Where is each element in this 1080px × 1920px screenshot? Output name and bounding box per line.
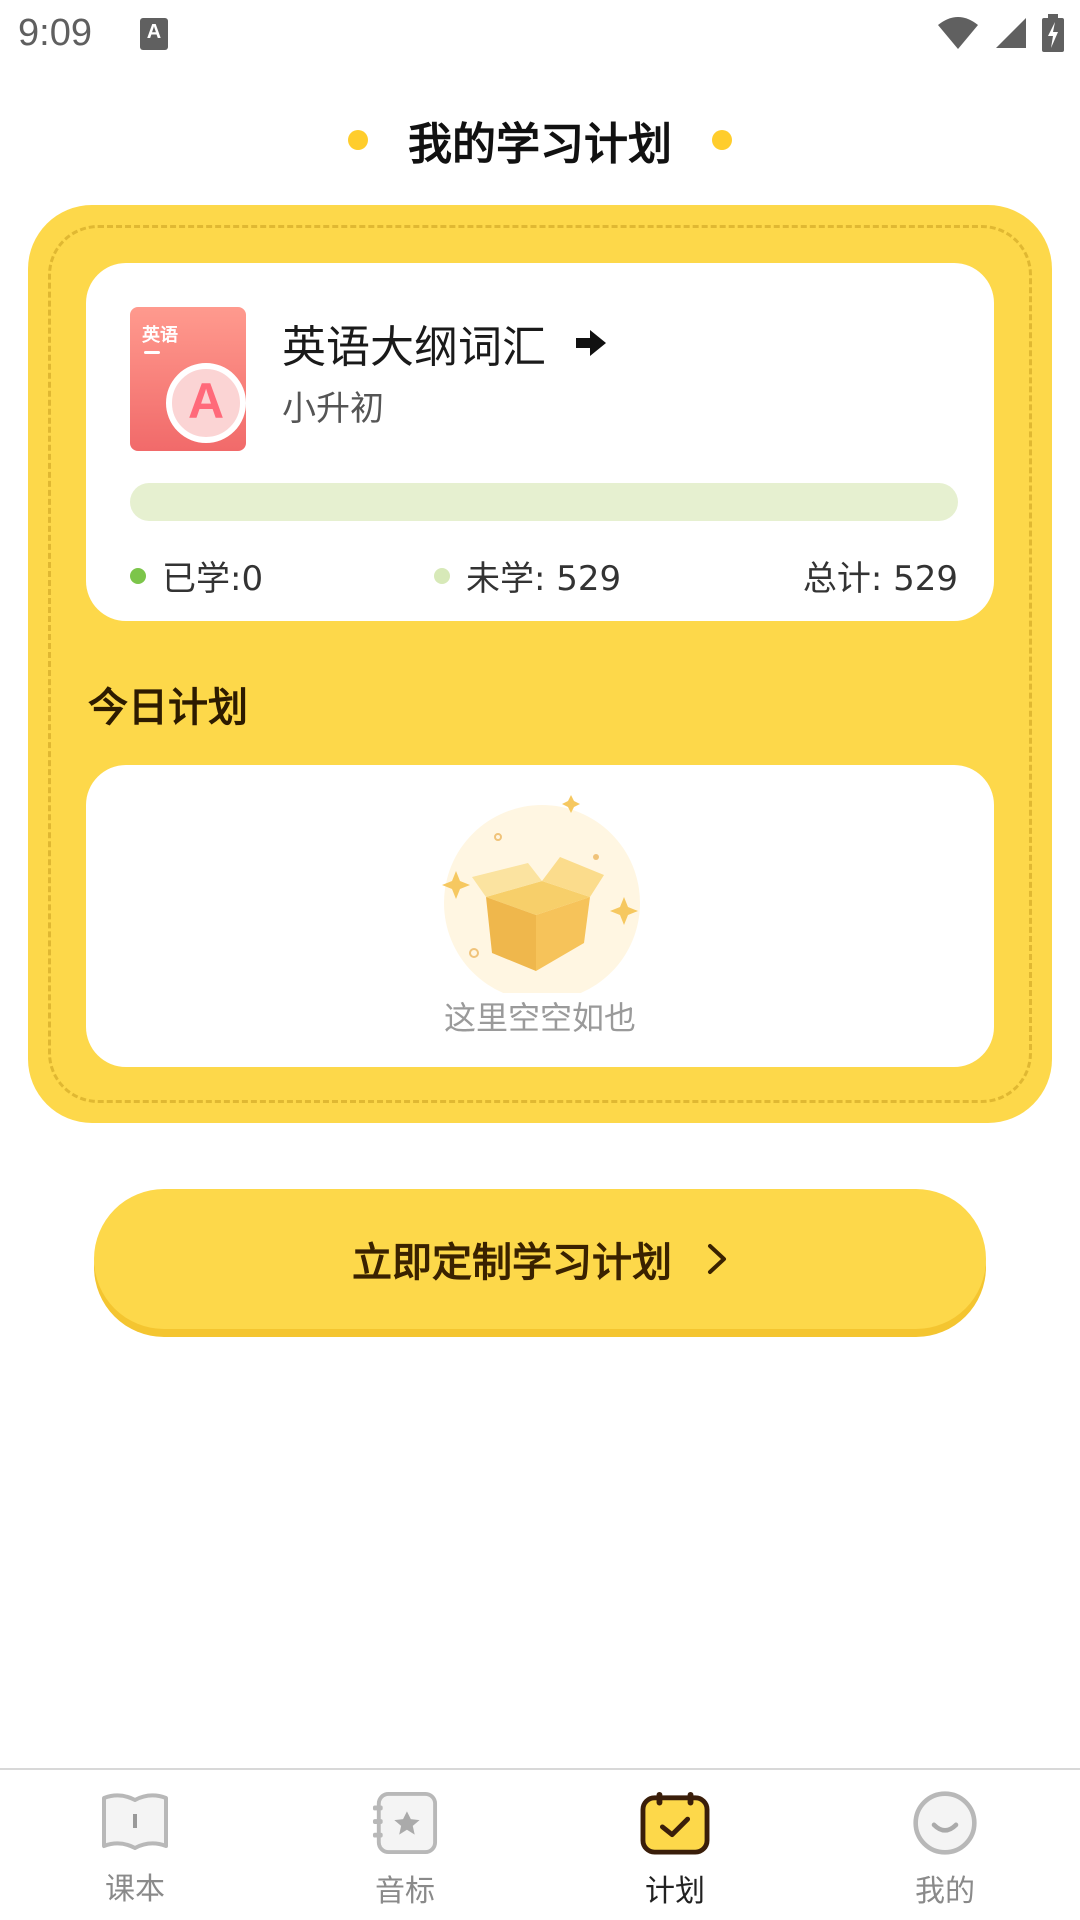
book-cover: 英语 A: [130, 307, 246, 451]
book-grade: 小升初: [282, 389, 384, 429]
plan-panel: 英语 A 英语大纲词汇 小升初 已学:0 未学: 529 总计: 529 今日计…: [28, 205, 1052, 1123]
tab-label: 计划: [645, 1874, 705, 1909]
book-name: 英语大纲词汇: [282, 322, 546, 373]
page-header: 我的学习计划: [0, 110, 1080, 170]
today-plan-title: 今日计划: [88, 685, 248, 731]
status-icons: [936, 14, 1064, 52]
tab-textbook[interactable]: 课本: [35, 1790, 235, 1910]
wifi-icon: [938, 17, 978, 49]
unlearned-count: 未学: 529: [466, 559, 622, 599]
status-bar: 9:09 A: [0, 0, 1080, 70]
tab-mine[interactable]: 我的: [845, 1790, 1045, 1910]
today-plan-card: 这里空空如也: [86, 765, 994, 1067]
book-icon: [102, 1793, 168, 1850]
progress-bar: [130, 483, 958, 521]
tab-phonetic[interactable]: 音标: [305, 1790, 505, 1910]
calendar-check-icon: [640, 1791, 710, 1855]
stats-row: 已学:0 未学: 529 总计: 529: [130, 551, 958, 599]
phonetic-card-icon: [372, 1791, 438, 1855]
bottom-tab-bar: 课本 音标 计划 我的: [0, 1768, 1080, 1920]
empty-box-icon: [442, 795, 640, 993]
cover-letter: A: [166, 363, 246, 443]
learned-dot: [130, 567, 146, 584]
tab-label: 课本: [105, 1872, 165, 1907]
total-count: 总计: 529: [802, 559, 958, 599]
tab-label: 我的: [915, 1874, 975, 1909]
unlearned-dot: [434, 567, 450, 584]
customize-plan-button[interactable]: 立即定制学习计划: [94, 1189, 986, 1329]
smile-face-icon: [913, 1791, 977, 1855]
empty-text: 这里空空如也: [443, 999, 636, 1037]
notification-icon: A: [140, 18, 168, 50]
status-time: 9:09: [18, 12, 92, 54]
book-name-row[interactable]: 英语大纲词汇: [282, 311, 608, 375]
tab-label: 音标: [375, 1874, 435, 1909]
customize-plan-label: 立即定制学习计划: [352, 1240, 672, 1286]
title-dot-right: [712, 130, 732, 150]
stat-total: 总计: 529: [803, 551, 958, 600]
learned-count: 已学:0: [162, 559, 264, 599]
stat-learned: 已学:0: [130, 551, 263, 600]
signal-icon: [996, 18, 1026, 48]
title-dot-left: [348, 130, 368, 150]
battery-icon: [1042, 14, 1064, 52]
book-card[interactable]: 英语 A 英语大纲词汇 小升初 已学:0 未学: 529 总计: 529: [86, 263, 994, 621]
tab-plan[interactable]: 计划: [575, 1790, 775, 1910]
cover-line: [144, 351, 160, 354]
chevron-right-icon: [708, 1244, 726, 1274]
page-title: 我的学习计划: [408, 119, 672, 170]
stat-unlearned: 未学: 529: [434, 551, 621, 600]
arrow-right-icon[interactable]: [574, 328, 608, 358]
cover-tag: 英语: [142, 325, 178, 346]
